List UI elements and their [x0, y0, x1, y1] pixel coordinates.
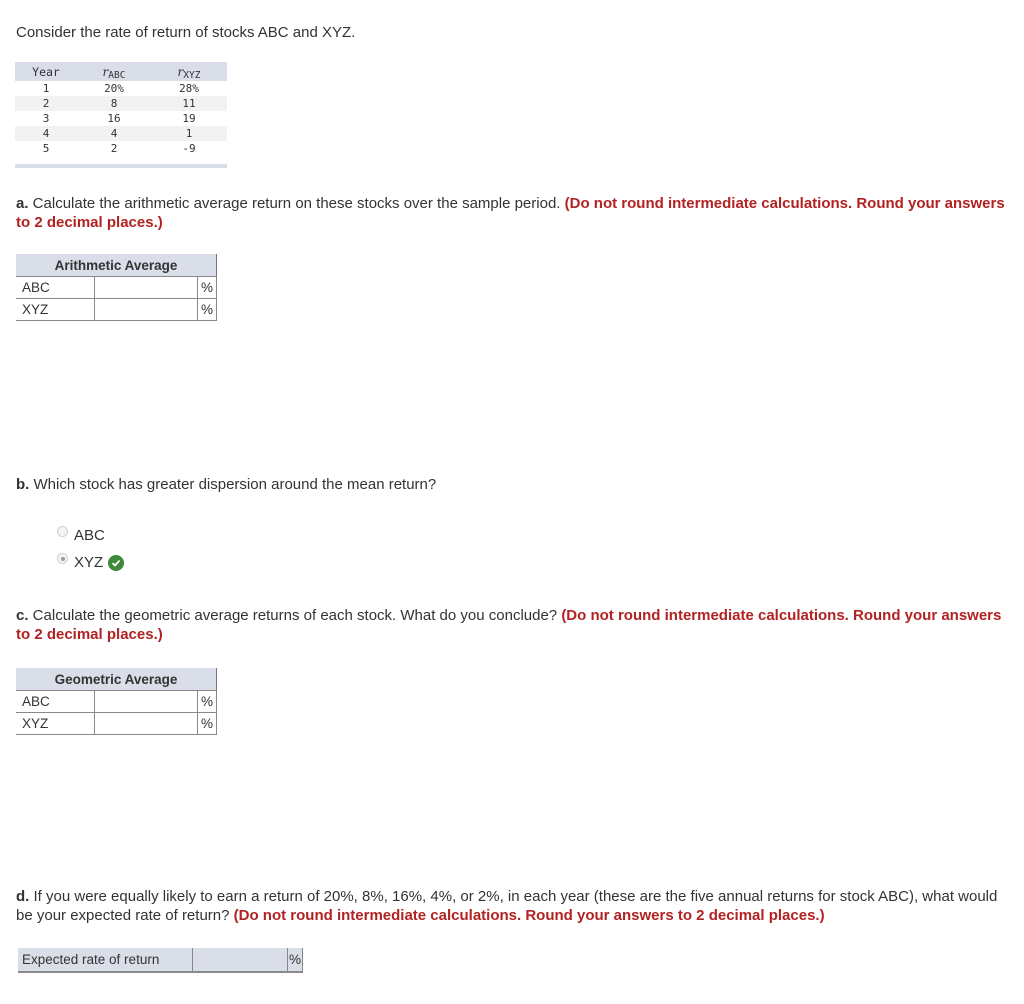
instruction-note: (Do not round intermediate calculations.…: [233, 907, 825, 924]
abc-arithmetic-input[interactable]: [95, 277, 197, 298]
table-row: ABC %: [16, 276, 218, 299]
expected-return-row: Expected rate of return %: [18, 948, 303, 973]
table-row: 3 16 19: [42, 112, 196, 125]
table-row: 2 8 11: [15, 96, 227, 111]
option-xyz-label: XYZ: [74, 554, 104, 571]
year-header: Year: [15, 62, 77, 81]
geometric-average-table: Geometric Average ABC % XYZ %: [16, 668, 218, 735]
table-row: 1 20% 28%: [42, 82, 199, 95]
question-d: d. If you were equally likely to earn a …: [16, 888, 998, 924]
table-row: ABC %: [16, 690, 218, 713]
intro-text: Consider the rate of return of stocks AB…: [16, 24, 356, 41]
arithmetic-average-header: Arithmetic Average: [16, 254, 218, 277]
table-row: XYZ %: [16, 712, 218, 735]
geometric-average-header: Geometric Average: [16, 668, 218, 691]
table-row: XYZ %: [16, 298, 218, 321]
question-a: a. Calculate the arithmetic average retu…: [16, 195, 1005, 231]
radio-abc[interactable]: [57, 526, 68, 537]
check-circle-icon: [108, 554, 125, 571]
r-xyz-header: rXYZ: [151, 62, 227, 81]
table-row: 441: [15, 126, 227, 141]
xyz-geometric-input[interactable]: [95, 713, 197, 734]
radio-xyz[interactable]: [57, 553, 68, 564]
r-abc-header: rABC: [77, 62, 151, 81]
question-b: b. Which stock has greater dispersion ar…: [16, 476, 437, 493]
question-c: c. Calculate the geometric average retur…: [16, 607, 1002, 643]
expected-return-label: Expected rate of return: [18, 948, 193, 971]
expected-return-input[interactable]: [193, 948, 289, 971]
xyz-arithmetic-input[interactable]: [95, 299, 197, 320]
table-footer-bar: [15, 164, 227, 168]
returns-table-header: Year rABC rXYZ: [15, 62, 227, 81]
option-abc[interactable]: ABC: [57, 526, 105, 544]
arithmetic-average-table: Arithmetic Average ABC % XYZ %: [16, 254, 218, 321]
abc-geometric-input[interactable]: [95, 691, 197, 712]
table-row: 5 2 -9: [42, 142, 196, 155]
returns-data-table: Year rABC rXYZ 1 20% 28% 2 8 11 3 16 19 441 52…: [15, 62, 227, 168]
percent-unit: %: [288, 948, 303, 971]
option-abc-label: ABC: [74, 527, 105, 544]
option-xyz[interactable]: XYZ: [57, 553, 125, 571]
